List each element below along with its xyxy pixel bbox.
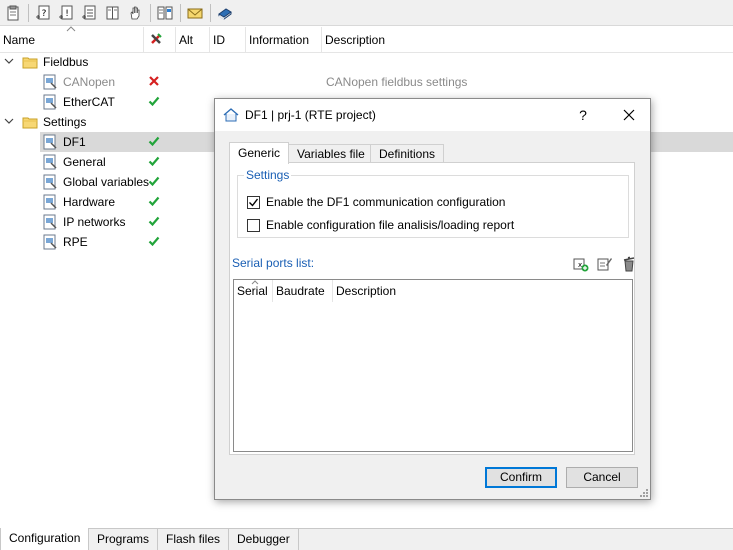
tree-node-label: General (63, 155, 106, 169)
settings-groupbox: Settings Enable the DF1 communication co… (237, 168, 629, 238)
tree-node-label: IP networks (63, 215, 126, 229)
check-icon (148, 216, 160, 227)
split-view-icon[interactable] (154, 2, 176, 24)
tab-programs[interactable]: Programs (89, 529, 159, 550)
close-button[interactable] (613, 99, 645, 131)
checkmark-icon (249, 198, 259, 207)
check-icon (148, 136, 160, 147)
tree-node-description: CANopen fieldbus settings (326, 75, 468, 89)
enable-df1-label: Enable the DF1 communication configurati… (266, 195, 506, 209)
check-icon (148, 236, 160, 247)
tree-node-label: Hardware (63, 195, 116, 209)
svg-text:!: ! (65, 9, 69, 19)
serial-ports-label: Serial ports list: (232, 256, 315, 270)
column-header-baudrate[interactable]: Baudrate (273, 280, 333, 302)
settings-page-icon (43, 174, 57, 190)
error-x-icon (149, 76, 159, 86)
tab-flash-files[interactable]: Flash files (158, 529, 230, 550)
tab-generic[interactable]: Generic (229, 142, 290, 164)
tree-node-label: Fieldbus (43, 55, 89, 69)
enable-report-checkbox-row[interactable]: Enable configuration file analisis/loadi… (247, 217, 514, 233)
house-icon (223, 108, 239, 122)
tree-node-label: DF1 (63, 135, 86, 149)
folder-icon (22, 57, 38, 69)
tree-header: Name Alt ID Information Description (0, 27, 733, 53)
tab-definitions[interactable]: Definitions (370, 144, 445, 164)
toolbar: ? ! (0, 0, 733, 26)
sort-up-arrow-icon (251, 280, 259, 285)
df1-dialog: DF1 | prj-1 (RTE project) ? Generic Vari… (214, 98, 651, 500)
hand-pointer-icon[interactable] (124, 2, 146, 24)
settings-page-icon (43, 234, 57, 250)
add-exclamation-icon[interactable]: ! (55, 2, 77, 24)
folder-icon (22, 117, 38, 129)
sort-up-arrow-icon (66, 26, 76, 32)
enable-report-checkbox[interactable] (247, 218, 260, 232)
close-icon (623, 109, 635, 121)
column-header-alt[interactable]: Alt (176, 27, 210, 53)
tree-node-label: Global variables (63, 175, 150, 189)
tree-node-fieldbus[interactable]: Fieldbus (0, 52, 733, 72)
toolbar-separator (28, 3, 29, 22)
status-column-icon (151, 33, 162, 44)
book-icon[interactable] (214, 2, 236, 24)
help-button[interactable]: ? (571, 99, 595, 131)
bottom-tab-bar: Configuration Programs Flash files Debug… (0, 528, 733, 550)
toolbar-separator (150, 3, 151, 22)
add-row-icon: x (573, 258, 589, 272)
check-icon (148, 96, 160, 107)
cancel-button[interactable]: Cancel (566, 467, 638, 488)
check-icon (148, 156, 160, 167)
edit-icon (597, 258, 612, 271)
enable-df1-checkbox[interactable] (247, 195, 260, 209)
delete-port-button[interactable] (620, 255, 638, 273)
serial-ports-toolbar: x (566, 255, 638, 273)
tab-debugger[interactable]: Debugger (229, 529, 299, 550)
envelope-icon[interactable] (184, 2, 206, 24)
tab-variables-file[interactable]: Variables file (288, 144, 374, 164)
column-header-status[interactable] (144, 27, 176, 53)
resize-grip-icon[interactable] (639, 488, 649, 498)
add-list-icon[interactable] (78, 2, 100, 24)
tab-panel-generic: Settings Enable the DF1 communication co… (229, 162, 635, 455)
settings-page-icon (43, 154, 57, 170)
dialog-titlebar[interactable]: DF1 | prj-1 (RTE project) ? (215, 99, 650, 131)
add-port-button[interactable]: x (572, 255, 590, 273)
enable-df1-checkbox-row[interactable]: Enable the DF1 communication configurati… (247, 194, 505, 210)
settings-page-icon (43, 94, 57, 110)
settings-page-icon (43, 194, 57, 210)
settings-page-icon (43, 74, 57, 90)
add-question-icon[interactable]: ? (32, 2, 54, 24)
column-header-description[interactable]: Description (322, 27, 733, 53)
column-header-description[interactable]: Description (333, 280, 632, 302)
edit-port-button[interactable] (596, 255, 614, 273)
tree-node-canopen[interactable]: CANopen CANopen fieldbus settings (0, 72, 733, 92)
add-columns-icon[interactable] (101, 2, 123, 24)
tree-node-label: Settings (43, 115, 87, 129)
toolbar-separator (180, 3, 181, 22)
check-icon (148, 196, 160, 207)
tree-node-label: EtherCAT (63, 95, 115, 109)
dialog-title: DF1 | prj-1 (RTE project) (245, 108, 376, 122)
settings-page-icon (43, 134, 57, 150)
svg-text:?: ? (42, 9, 47, 19)
trash-icon (623, 256, 635, 272)
clipboard-icon[interactable] (2, 2, 24, 24)
serial-ports-list-header: Serial Baudrate Description (234, 280, 632, 302)
enable-report-label: Enable configuration file analisis/loadi… (266, 218, 515, 232)
settings-group-legend: Settings (244, 168, 292, 182)
column-header-id[interactable]: ID (210, 27, 246, 53)
serial-ports-list[interactable]: Serial Baudrate Description (233, 279, 633, 452)
tree-node-label: RPE (63, 235, 88, 249)
toolbar-separator (210, 3, 211, 22)
chevron-down-icon[interactable] (4, 56, 14, 66)
check-icon (148, 176, 160, 187)
settings-page-icon (43, 214, 57, 230)
column-header-information[interactable]: Information (246, 27, 322, 53)
confirm-button[interactable]: Confirm (485, 467, 557, 488)
chevron-down-icon[interactable] (4, 116, 14, 126)
tree-node-label: CANopen (63, 75, 116, 89)
tab-configuration[interactable]: Configuration (0, 528, 90, 550)
